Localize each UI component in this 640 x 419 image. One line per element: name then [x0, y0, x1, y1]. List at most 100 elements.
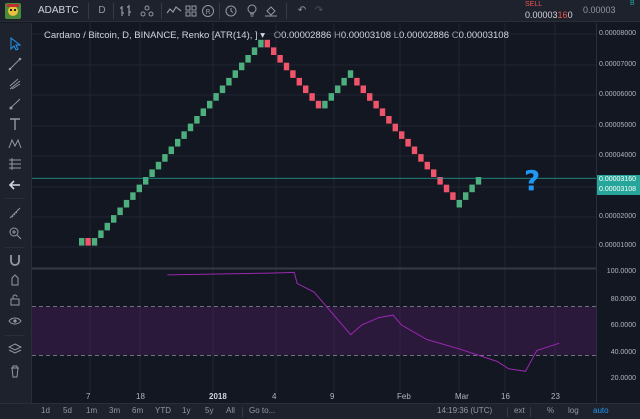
legend-ohlc: O0.00002886 H0.00003108 L0.00002886 C0.0…: [273, 30, 509, 41]
chart-pane[interactable]: [32, 23, 596, 403]
renko-brick-down: [431, 169, 437, 177]
time-label: 9: [330, 392, 335, 401]
ext-toggle[interactable]: ext: [514, 406, 525, 415]
legend-title[interactable]: Cardano / Bitcoin, D, BINANCE, Renko [AT…: [44, 30, 265, 41]
range-1y[interactable]: 1y: [182, 406, 190, 415]
layers-icon[interactable]: [8, 342, 22, 356]
price-axis[interactable]: 0.00008000 0.00007000 0.00006000 0.00005…: [596, 23, 640, 403]
zoom-in-icon[interactable]: [8, 226, 22, 240]
last-price-tag: 0.00003160: [597, 175, 640, 185]
log-toggle[interactable]: log: [568, 406, 579, 415]
renko-brick-up: [239, 62, 245, 71]
price-label: 0.00008000: [599, 30, 636, 37]
brush-icon[interactable]: [8, 97, 22, 111]
buy-price[interactable]: 0.00003: [583, 5, 616, 15]
undo-icon[interactable]: ↶: [297, 3, 307, 19]
renko-brick-down: [360, 85, 366, 94]
indicator-label: 20.0000: [610, 375, 636, 382]
redo-icon[interactable]: ↷: [314, 3, 324, 19]
avatar[interactable]: [5, 3, 21, 19]
time-label: Mar: [455, 392, 469, 401]
renko-brick-up: [79, 238, 85, 246]
ideas-icon[interactable]: [246, 3, 258, 19]
renko-brick-down: [271, 47, 277, 55]
drawing-toolbar: [0, 23, 32, 403]
ruler-icon[interactable]: [8, 206, 22, 220]
compare-icon[interactable]: [139, 3, 155, 19]
prediction-icon[interactable]: [8, 157, 22, 171]
renko-brick-up: [149, 169, 155, 177]
indicator-label: 60.0000: [610, 322, 636, 329]
pattern-icon[interactable]: [8, 137, 22, 151]
templates-icon[interactable]: [184, 3, 198, 19]
sell-button[interactable]: SELL 0.00003160: [525, 1, 579, 21]
question-mark-annotation[interactable]: ?: [524, 164, 540, 197]
percent-toggle[interactable]: %: [547, 406, 554, 415]
range-5d[interactable]: 5d: [63, 406, 72, 415]
range-ytd[interactable]: YTD: [155, 406, 171, 415]
time-label: 4: [272, 392, 277, 401]
clock-time[interactable]: 14:19:36 (UTC): [437, 406, 492, 415]
renko-brick-down: [283, 62, 290, 71]
renko-brick-up: [456, 199, 462, 208]
symbol-name[interactable]: ADABTC: [38, 5, 79, 16]
text-icon[interactable]: [8, 117, 22, 131]
renko-brick-down: [373, 100, 379, 109]
range-all[interactable]: All: [226, 406, 235, 415]
back-arrow-icon[interactable]: [8, 178, 22, 192]
renko-brick-up: [155, 161, 162, 170]
replay-icon[interactable]: [264, 3, 278, 19]
renko-brick-up: [335, 85, 341, 94]
magnet-icon[interactable]: [8, 253, 22, 267]
time-label: 2018: [209, 392, 227, 401]
chart-canvas[interactable]: [32, 23, 596, 403]
renko-brick-up: [226, 77, 232, 86]
renko-brick-up: [117, 207, 123, 216]
renko-brick-up: [200, 108, 206, 116]
interval-button[interactable]: D: [96, 3, 108, 19]
lock-icon[interactable]: [8, 293, 22, 307]
pitchfork-icon[interactable]: [8, 77, 22, 91]
indicator-label: 40.0000: [610, 349, 636, 356]
renko-brick-up: [162, 154, 168, 162]
cursor-icon[interactable]: [8, 37, 22, 51]
indicators-icon[interactable]: [166, 3, 182, 19]
visibility-icon[interactable]: [8, 314, 22, 328]
buy-label[interactable]: B: [630, 0, 635, 7]
renko-brick-up: [219, 85, 226, 94]
stay-in-drawing-icon[interactable]: [8, 273, 22, 287]
renko-brick-up: [194, 116, 200, 124]
range-1m[interactable]: 1m: [86, 406, 97, 415]
renko-brick-down: [309, 93, 315, 101]
price-label: 0.00001000: [599, 242, 636, 249]
alert-icon[interactable]: [224, 3, 238, 19]
auto-toggle[interactable]: auto: [593, 406, 609, 415]
renko-brick-up: [322, 100, 328, 109]
range-1d[interactable]: 1d: [41, 406, 50, 415]
financials-icon[interactable]: R: [201, 3, 215, 19]
time-label: 7: [86, 392, 91, 401]
chart-legend: Cardano / Bitcoin, D, BINANCE, Renko [AT…: [44, 30, 509, 41]
renko-brick-up: [91, 238, 98, 246]
renko-brick-down: [418, 154, 424, 162]
top-toolbar: ADABTC D R ↶ ↷ SELL 0.00003160 0.00003 B: [0, 0, 640, 22]
goto-button[interactable]: Go to...: [249, 406, 275, 415]
renko-brick-up: [232, 70, 238, 78]
range-5y[interactable]: 5y: [205, 406, 213, 415]
renko-brick-up: [341, 77, 347, 86]
range-3m[interactable]: 3m: [109, 406, 120, 415]
renko-brick-down: [290, 70, 296, 78]
indicator-label: 100.0000: [606, 268, 636, 275]
price-label: 0.00004000: [599, 152, 636, 159]
price-label: 0.00002000: [599, 213, 636, 220]
renko-brick-up: [251, 47, 258, 55]
time-label: Feb: [397, 392, 411, 401]
trash-icon[interactable]: [8, 364, 22, 378]
trend-line-icon[interactable]: [8, 57, 22, 71]
renko-brick-down: [392, 123, 398, 132]
bar-style-icon[interactable]: [119, 3, 133, 19]
renko-brick-up: [181, 131, 187, 139]
range-6m[interactable]: 6m: [132, 406, 143, 415]
renko-brick-up: [328, 93, 334, 101]
renko-brick-up: [168, 146, 174, 155]
